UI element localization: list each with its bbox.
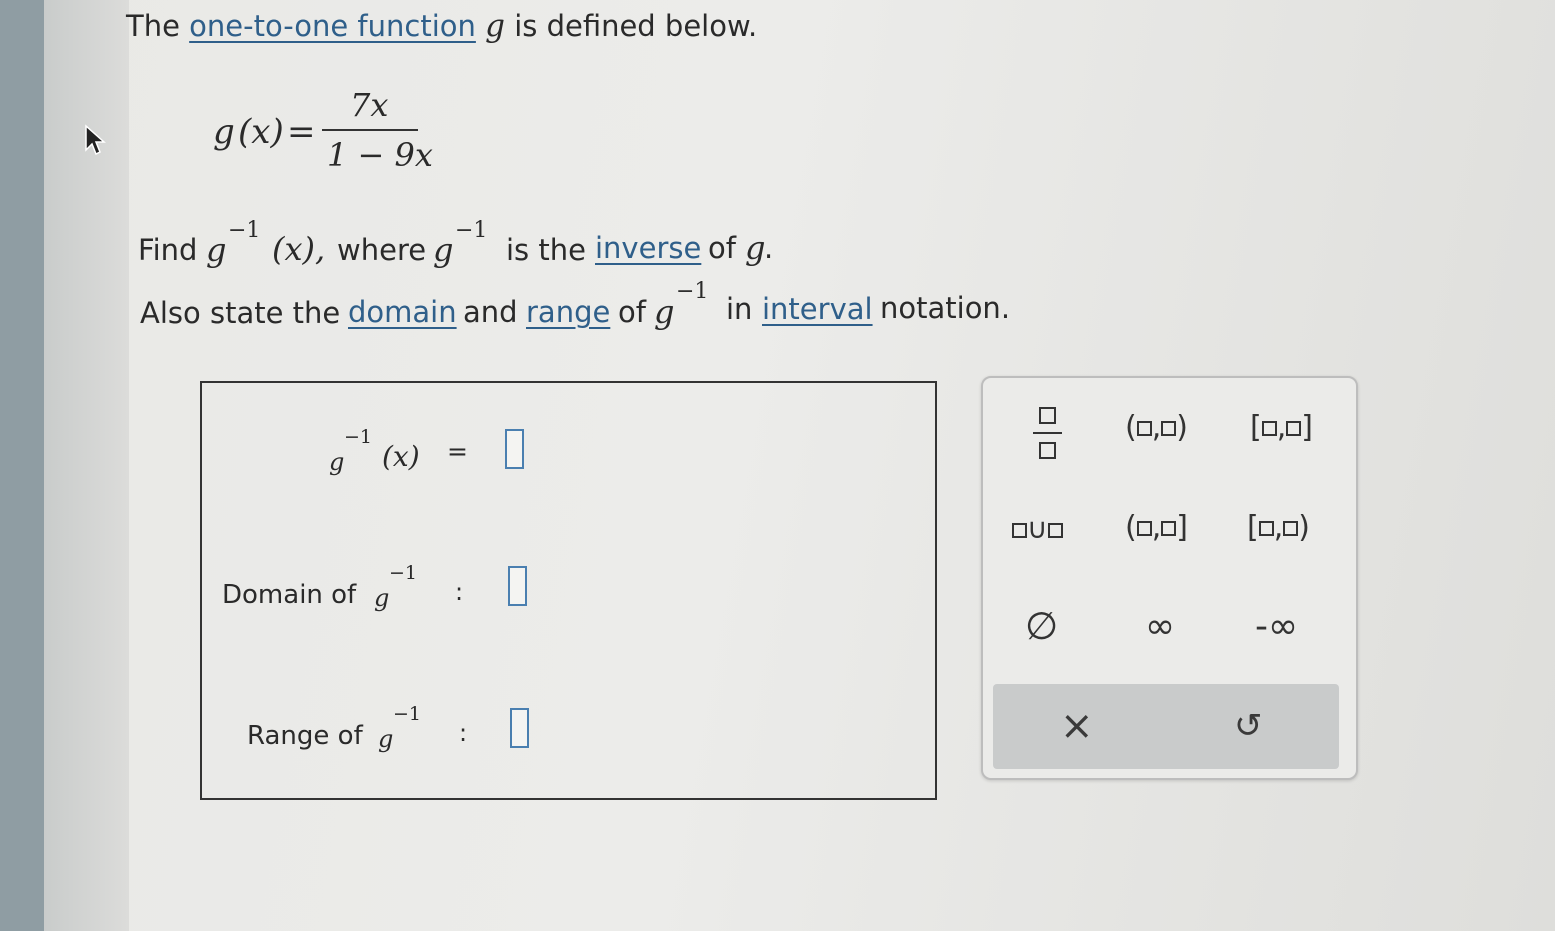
intro-sentence: The one-to-one function g is defined bel…: [126, 8, 757, 44]
domain-g: g: [374, 584, 390, 612]
intro-suffix: is defined below.: [514, 9, 758, 43]
range-label: Range of: [247, 721, 363, 751]
paren-close: ): [1298, 510, 1310, 545]
negative-infinity-button[interactable]: -∞: [1255, 606, 1298, 647]
one-to-one-function-link[interactable]: one-to-one function: [189, 9, 476, 43]
fraction-denominator-box-icon: [1039, 442, 1056, 459]
where-g: g: [433, 231, 454, 269]
find-g: g: [206, 231, 227, 269]
fraction-numerator-box-icon: [1039, 407, 1056, 424]
box-icon: [1047, 522, 1063, 538]
palette-action-bar: [993, 684, 1339, 769]
comma: ,: [1273, 510, 1284, 545]
union-symbol: ∪: [1027, 512, 1048, 545]
find-arg: (x),: [272, 230, 326, 268]
range-input[interactable]: [510, 708, 529, 748]
domain-link[interactable]: domain: [348, 295, 457, 329]
range-link[interactable]: range: [526, 295, 610, 329]
definition-lhs-g: g: [213, 112, 235, 152]
also-g-exponent: −1: [676, 279, 709, 304]
empty-set-button[interactable]: ∅: [1025, 604, 1058, 648]
answer-inverse-g: g: [329, 448, 345, 476]
bracket-close: ]: [1301, 410, 1313, 445]
domain-colon: :: [455, 578, 464, 606]
box-icon: [1161, 521, 1177, 536]
box-icon: [1283, 521, 1299, 536]
also-g: g: [654, 293, 675, 331]
comma: ,: [1276, 410, 1287, 445]
undo-icon[interactable]: ↺: [1234, 706, 1263, 746]
is-the-words: is the: [506, 233, 586, 267]
where-g-exponent: −1: [455, 218, 488, 243]
definition-arg: (x): [238, 112, 284, 152]
bracket-close: ]: [1176, 510, 1188, 545]
union-button[interactable]: ∪: [1012, 512, 1063, 545]
box-icon: [1161, 421, 1177, 436]
intro-prefix: The: [126, 9, 180, 43]
of-g: g: [745, 229, 766, 267]
inverse-link[interactable]: inverse: [595, 231, 701, 265]
find-period: .: [764, 231, 774, 265]
answer-inverse-equals: =: [447, 437, 468, 466]
closed-open-interval-button[interactable]: [,): [1247, 510, 1310, 545]
range-g-exponent: −1: [393, 703, 422, 725]
and-word: and: [463, 295, 518, 329]
definition-numerator: 7x: [350, 86, 389, 124]
paren-open: (: [1125, 410, 1137, 445]
fraction-bar: [322, 129, 418, 131]
box-icon: [1258, 521, 1274, 536]
answer-inverse-exponent: −1: [344, 426, 373, 448]
box-icon: [1136, 521, 1152, 536]
definition-equals: =: [287, 112, 316, 152]
find-g-exponent: −1: [228, 218, 261, 243]
domain-label: Domain of: [222, 580, 357, 610]
closed-closed-interval-button[interactable]: [,]: [1250, 410, 1313, 445]
also-state-words: Also state the: [140, 296, 341, 330]
paren-open: (: [1125, 510, 1137, 545]
infinity-button[interactable]: ∞: [1145, 606, 1175, 647]
paren-close: ): [1176, 410, 1188, 445]
box-icon: [1286, 421, 1302, 436]
comma: ,: [1151, 410, 1162, 445]
box-icon: [1261, 421, 1277, 436]
intro-var: g: [485, 8, 505, 44]
clear-icon[interactable]: ×: [1060, 703, 1094, 749]
definition-lhs-arg: (x): [238, 112, 284, 152]
box-icon: [1136, 421, 1152, 436]
open-closed-interval-button[interactable]: (,]: [1125, 510, 1188, 545]
in-word: in: [726, 292, 753, 326]
fraction-bar-icon: [1033, 432, 1062, 434]
range-g: g: [378, 725, 394, 753]
of-word: of: [708, 231, 736, 265]
definition-denominator: 1 − 9x: [327, 136, 433, 174]
range-colon: :: [459, 719, 468, 747]
of-word-2: of: [618, 295, 646, 329]
answer-inverse-arg: (x): [382, 440, 420, 473]
comma: ,: [1151, 510, 1162, 545]
domain-g-exponent: −1: [389, 562, 418, 584]
find-word: Find: [138, 233, 198, 267]
notation-word: notation.: [880, 291, 1011, 325]
inverse-function-input[interactable]: [505, 429, 524, 469]
mouse-cursor-icon: [85, 124, 106, 156]
bracket-open: [: [1247, 510, 1259, 545]
domain-input[interactable]: [508, 566, 527, 606]
open-open-interval-button[interactable]: (,): [1125, 410, 1188, 445]
box-icon: [1012, 522, 1027, 538]
interval-link[interactable]: interval: [762, 292, 873, 326]
fraction-button[interactable]: [1030, 405, 1064, 465]
where-word: where: [337, 233, 427, 267]
bracket-open: [: [1250, 410, 1262, 445]
